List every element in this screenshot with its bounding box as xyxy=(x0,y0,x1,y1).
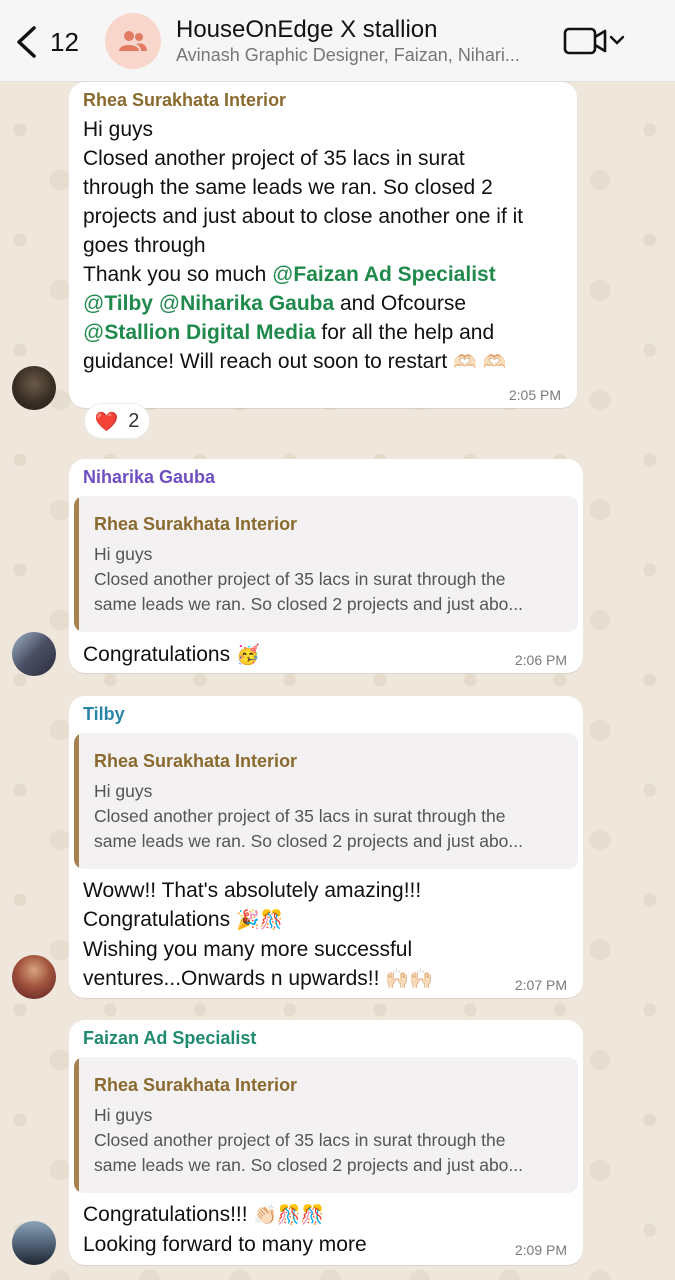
message-time: 2:09 PM xyxy=(514,1242,567,1258)
reaction-pill[interactable]: ❤️ 2 xyxy=(84,403,150,439)
clapping-emoji: 👏🏻🎊🎊 xyxy=(253,1204,325,1226)
quote-text: Hi guys Closed another project of 35 lac… xyxy=(94,544,523,614)
quote-text: Hi guys Closed another project of 35 lac… xyxy=(94,1105,523,1175)
quote-bar xyxy=(74,1057,79,1193)
quote-bar xyxy=(74,733,79,869)
heart-hands-emoji: 🫶🏻 🫶🏻 xyxy=(453,351,507,373)
quote-sender: Rhea Surakhata Interior xyxy=(94,1075,298,1095)
message-time: 2:06 PM xyxy=(514,652,567,668)
quote-text: Hi guys Closed another project of 35 lac… xyxy=(94,781,523,851)
chevron-left-icon xyxy=(17,26,36,58)
raised-hands-emoji: 🙌🏻🙌🏻 xyxy=(385,968,433,990)
quote-sender: Rhea Surakhata Interior xyxy=(94,514,298,534)
chat-title[interactable]: HouseOnEdge X stallion xyxy=(176,16,438,44)
group-avatar[interactable] xyxy=(105,13,161,69)
message-bubble[interactable]: Faizan Ad Specialist Rhea Surakhata Inte… xyxy=(69,1020,583,1265)
message-line: Closed another project of 35 lacs in sur… xyxy=(83,147,465,170)
message-text: Congratulations 🥳 xyxy=(83,643,260,666)
message-line: Hi guys xyxy=(83,118,154,141)
message-line: @Stallion Digital Media for all the help… xyxy=(83,321,495,344)
video-camera-icon xyxy=(563,27,625,55)
quoted-message[interactable]: Rhea Surakhata Interior Hi guys Closed a… xyxy=(74,496,578,632)
message-sender: Niharika Gauba xyxy=(83,467,216,487)
message-line: projects and just about to close another… xyxy=(83,205,524,228)
message-line: through the same leads we ran. So closed… xyxy=(83,176,493,199)
quote-sender: Rhea Surakhata Interior xyxy=(94,751,298,771)
chat-participants[interactable]: Avinash Graphic Designer, Faizan, Nihari… xyxy=(176,45,546,66)
message-time: 2:05 PM xyxy=(508,387,561,403)
unread-count: 12 xyxy=(50,26,79,57)
mention-link[interactable]: Stallion Digital Media xyxy=(104,321,315,344)
mention-link[interactable]: Tilby xyxy=(104,292,153,315)
back-button[interactable]: 12 xyxy=(14,22,94,62)
avatar[interactable] xyxy=(12,955,56,999)
message-text: Congratulations!!! 👏🏻🎊🎊 Looking forward … xyxy=(83,1203,367,1256)
celebration-emoji: 🎉🎊 xyxy=(235,909,284,931)
message-bubble[interactable]: Rhea Surakhata Interior Hi guys Closed a… xyxy=(69,82,577,408)
message-line: Thank you so much @Faizan Ad Specialist xyxy=(83,263,496,286)
heart-icon: ❤️ xyxy=(94,410,119,433)
message-bubble[interactable]: Niharika Gauba Rhea Surakhata Interior H… xyxy=(69,459,583,673)
avatar[interactable] xyxy=(12,632,56,676)
message-sender: Tilby xyxy=(83,704,125,724)
quoted-message[interactable]: Rhea Surakhata Interior Hi guys Closed a… xyxy=(74,1057,578,1193)
party-face-emoji: 🥳 xyxy=(235,644,260,666)
message-text: Hi guys Closed another project of 35 lac… xyxy=(83,115,573,377)
quote-bar xyxy=(74,496,79,632)
reaction-count: 2 xyxy=(128,409,140,432)
chat-header: 12 HouseOnEdge X stallion Avinash Graphi… xyxy=(0,0,675,82)
mention-link[interactable]: Faizan Ad Specialist xyxy=(293,263,495,286)
message-time: 2:07 PM xyxy=(514,977,567,993)
message-line: guidance! Will reach out soon to restart… xyxy=(83,350,507,373)
quoted-message[interactable]: Rhea Surakhata Interior Hi guys Closed a… xyxy=(74,733,578,869)
message-text: Woww!! That's absolutely amazing!!! Cong… xyxy=(83,879,433,990)
message-line: @Tilby @Niharika Gauba and Ofcourse xyxy=(83,292,467,315)
group-icon xyxy=(119,31,147,51)
message-line: goes through xyxy=(83,234,206,257)
avatar[interactable] xyxy=(12,366,56,410)
video-call-button[interactable] xyxy=(562,24,630,58)
message-sender: Rhea Surakhata Interior xyxy=(83,90,287,110)
mention-link[interactable]: Niharika Gauba xyxy=(180,292,334,315)
avatar[interactable] xyxy=(12,1221,56,1265)
message-sender: Faizan Ad Specialist xyxy=(83,1028,257,1048)
message-bubble[interactable]: Tilby Rhea Surakhata Interior Hi guys Cl… xyxy=(69,696,583,998)
